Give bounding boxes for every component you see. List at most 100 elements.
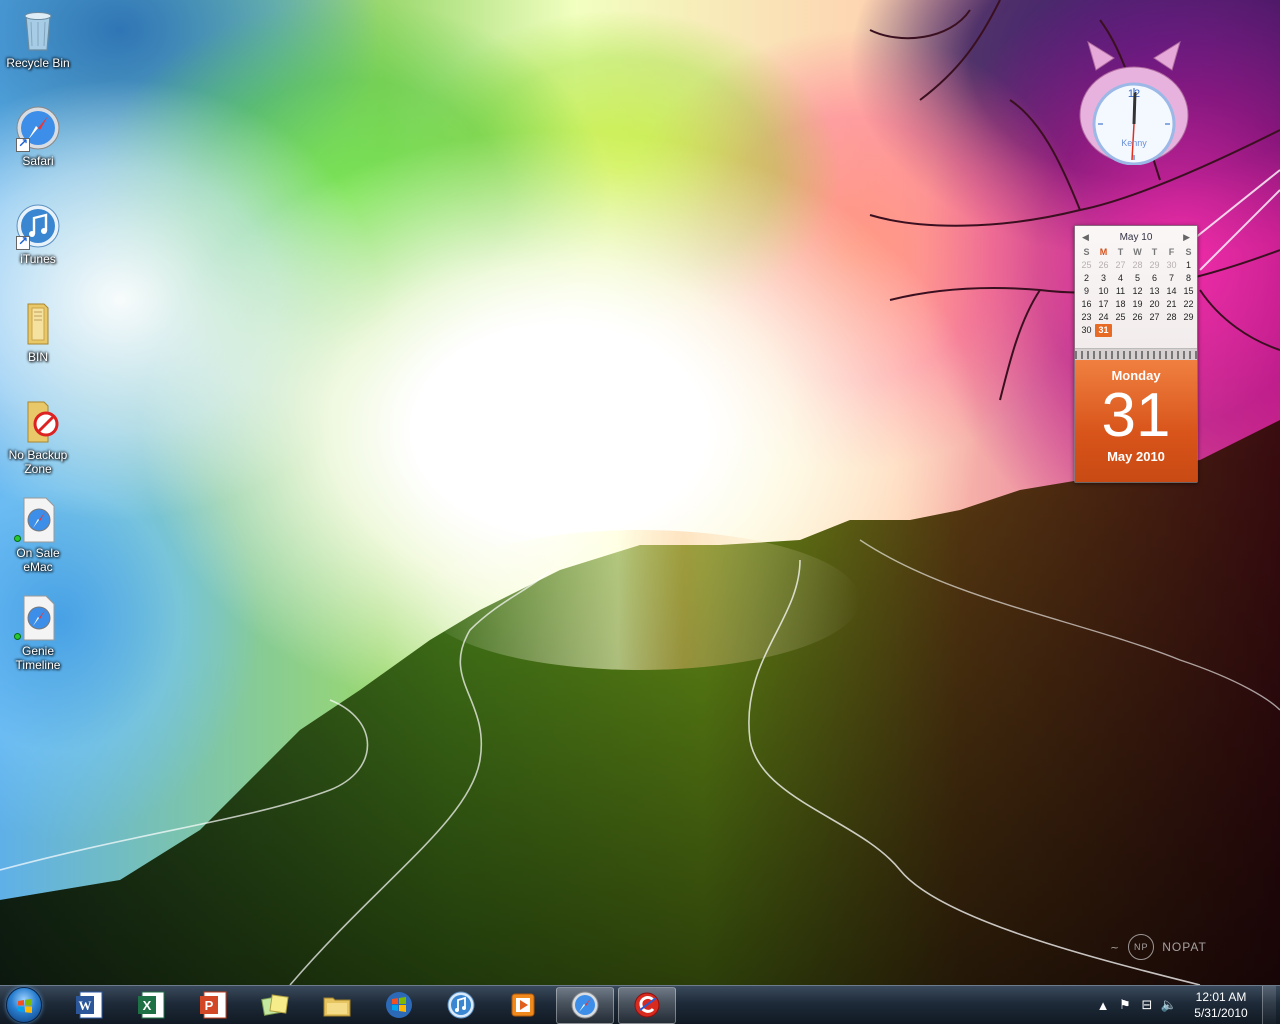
calendar-prev-icon[interactable]: ◀ — [1082, 232, 1089, 243]
calendar-day-cell[interactable]: 28 — [1129, 259, 1146, 272]
calendar-day-cell[interactable]: 19 — [1129, 298, 1146, 311]
taskbar-powerpoint-button[interactable]: P — [184, 987, 242, 1024]
calendar-day-cell[interactable]: 12 — [1129, 285, 1146, 298]
calendar-day-cell[interactable]: 30 — [1163, 259, 1180, 272]
calendar-empty-cell — [1112, 324, 1129, 337]
calendar-month-year: May 2010 — [1107, 449, 1165, 464]
start-button[interactable] — [0, 986, 48, 1024]
powerpoint-icon: P — [200, 991, 227, 1019]
calendar-day-cell[interactable]: 16 — [1078, 298, 1095, 311]
calendar-day-cell[interactable]: 14 — [1163, 285, 1180, 298]
safari-icon — [14, 104, 62, 152]
calendar-day-cell[interactable]: 13 — [1146, 285, 1163, 298]
calendar-day-cell[interactable]: 8 — [1180, 272, 1197, 285]
clock-date: 5/31/2010 — [1194, 1006, 1248, 1020]
calendar-day-cell[interactable]: 30 — [1078, 324, 1095, 337]
calendar-weekday: F — [1168, 247, 1175, 257]
calendar-day-number: 31 — [1101, 381, 1171, 450]
recycle-bin-icon — [14, 6, 62, 54]
show-hidden-icons-icon[interactable]: ▲ — [1092, 994, 1114, 1016]
windows-start-icon — [6, 987, 42, 1023]
calendar-day-cell[interactable]: 29 — [1180, 311, 1197, 324]
calendar-gadget[interactable]: ◀ May 10 ▶ S M T W T F S 25 26 27 28 29 30 1 2 3 4 5 6 7 8 9 1… — [1074, 225, 1198, 483]
taskbar-clock[interactable]: 12:01 AM 5/31/2010 — [1186, 989, 1256, 1021]
calendar-weekday: T — [1151, 247, 1158, 257]
calendar-day-cell[interactable]: 25 — [1078, 259, 1095, 272]
calendar-day-cell[interactable]: 2 — [1078, 272, 1095, 285]
desktop-icon-recycle-bin[interactable]: Recycle Bin — [0, 6, 76, 70]
desktop-icon-label: Genie Timeline — [15, 644, 61, 672]
calendar-day-cell[interactable]: 11 — [1112, 285, 1129, 298]
taskbar-safari-button[interactable] — [556, 986, 614, 1024]
calendar-day-cell[interactable]: 6 — [1146, 272, 1163, 285]
taskbar-windows-button[interactable] — [370, 987, 428, 1024]
calendar-day-cell[interactable]: 27 — [1112, 259, 1129, 272]
calendar-day-cell[interactable]: 24 — [1095, 311, 1112, 324]
calendar-day-cell[interactable]: 25 — [1112, 311, 1129, 324]
safari-webloc-icon — [14, 594, 62, 642]
taskbar-itunes-button[interactable] — [432, 987, 490, 1024]
desktop-icon-label: BIN — [27, 350, 48, 364]
shortcut-arrow-icon — [16, 136, 30, 152]
sync-status-icon — [14, 633, 21, 640]
calendar-day-cell[interactable]: 27 — [1146, 311, 1163, 324]
calendar-empty-cell — [1180, 324, 1197, 337]
calendar-day-cell[interactable]: 23 — [1078, 311, 1095, 324]
volume-icon[interactable]: 🔈 — [1158, 994, 1180, 1016]
calendar-day-cell[interactable]: 18 — [1112, 298, 1129, 311]
svg-text:P: P — [205, 998, 214, 1013]
taskbar-explorer-button[interactable] — [308, 987, 366, 1024]
calendar-day-cell[interactable]: 10 — [1095, 285, 1112, 298]
watermark-text: NOPAT — [1162, 940, 1207, 954]
calendar-day-cell[interactable]: 22 — [1180, 298, 1197, 311]
calendar-header: ◀ May 10 ▶ — [1078, 230, 1194, 244]
calendar-weekday: M — [1099, 247, 1108, 257]
taskbar-ccleaner-button[interactable] — [618, 986, 676, 1024]
calendar-day-cell[interactable]: 31 — [1095, 324, 1112, 337]
calendar-day-cell[interactable]: 4 — [1112, 272, 1129, 285]
calendar-day-cell[interactable]: 28 — [1163, 311, 1180, 324]
desktop-icon-genie-timeline[interactable]: Genie Timeline — [0, 594, 76, 672]
show-desktop-button[interactable] — [1262, 985, 1276, 1024]
action-center-flag-icon[interactable]: ⚑ — [1114, 994, 1136, 1016]
clock-gadget[interactable]: 12 Kenny — [1074, 40, 1194, 166]
calendar-empty-cell — [1146, 324, 1163, 337]
calendar-next-icon[interactable]: ▶ — [1183, 232, 1190, 243]
desktop-icon-no-backup-zone[interactable]: No Backup Zone — [0, 398, 76, 476]
taskbar-excel-button[interactable]: X — [122, 987, 180, 1024]
itunes-icon — [14, 202, 62, 250]
calendar-day-cell[interactable]: 26 — [1095, 259, 1112, 272]
calendar-binding-rings — [1075, 348, 1197, 360]
calendar-day-cell[interactable]: 26 — [1129, 311, 1146, 324]
kitty-clock-icon: 12 Kenny — [1079, 40, 1189, 166]
clock-time: 12:01 AM — [1195, 990, 1247, 1004]
svg-text:W: W — [79, 998, 92, 1013]
calendar-empty-cell — [1129, 324, 1146, 337]
calendar-day-cell[interactable]: 1 — [1180, 259, 1197, 272]
safari-webloc-icon — [14, 496, 62, 544]
calendar-day-cell[interactable]: 20 — [1146, 298, 1163, 311]
desktop-icon-bin-folder[interactable]: BIN — [0, 300, 76, 364]
calendar-day-cell[interactable]: 3 — [1095, 272, 1112, 285]
desktop-icon-label: Safari — [22, 154, 54, 168]
taskbar-sticky-notes-button[interactable] — [246, 987, 304, 1024]
calendar-day-cell[interactable]: 17 — [1095, 298, 1112, 311]
network-icon[interactable]: ⊟ — [1136, 994, 1158, 1016]
desktop-icon-label: iTunes — [20, 252, 56, 266]
folder-explorer-icon — [323, 997, 351, 1017]
taskbar-media-player-button[interactable] — [494, 987, 552, 1024]
desktop-icon-on-sale-emac[interactable]: On Sale eMac — [0, 496, 76, 574]
taskbar-word-button[interactable]: W — [60, 987, 118, 1024]
calendar-day-cell[interactable]: 9 — [1078, 285, 1095, 298]
desktop-icon-itunes[interactable]: iTunes — [0, 202, 76, 266]
desktop-icon-safari[interactable]: Safari — [0, 104, 76, 168]
calendar-weekday: T — [1117, 247, 1124, 257]
media-player-icon — [511, 993, 535, 1017]
calendar-day-cell[interactable]: 15 — [1180, 285, 1197, 298]
calendar-day-cell[interactable]: 29 — [1146, 259, 1163, 272]
calendar-day-cell[interactable]: 5 — [1129, 272, 1146, 285]
calendar-day-cell[interactable]: 7 — [1163, 272, 1180, 285]
clock-gadget-name: Kenny — [1121, 138, 1147, 148]
calendar-day-cell[interactable]: 21 — [1163, 298, 1180, 311]
calendar-month-label: May 10 — [1119, 231, 1153, 243]
